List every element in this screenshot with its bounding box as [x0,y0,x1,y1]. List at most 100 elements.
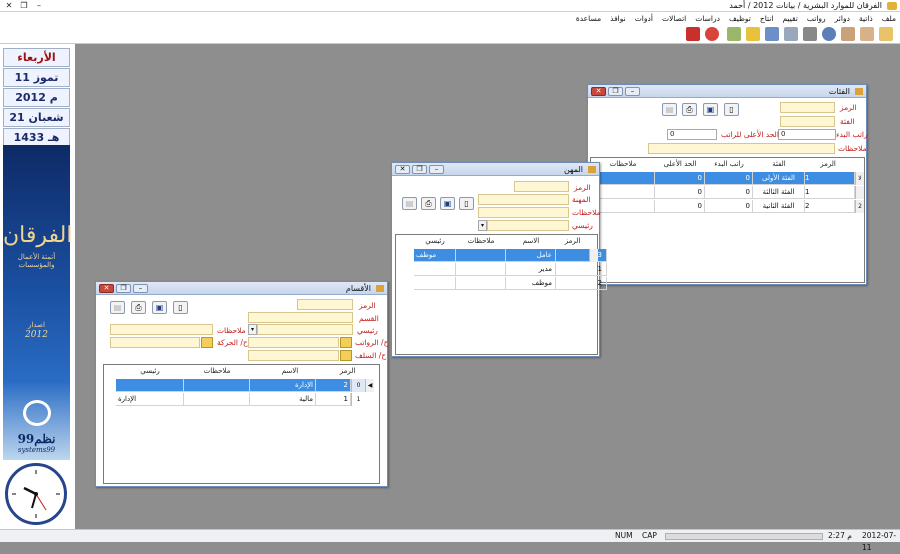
new-button[interactable]: ▯ [724,103,739,116]
main-field[interactable] [257,324,353,335]
salary-account-field[interactable] [248,337,339,348]
cell-max: 0 [655,200,705,213]
notes-field[interactable] [110,324,213,335]
print-button[interactable]: ⎙ [131,301,146,314]
save-button[interactable]: ▣ [440,197,455,210]
main-dropdown[interactable]: ▾ [248,324,257,335]
menu-studies[interactable]: دراسات [695,12,720,25]
minimize-icon[interactable]: – [625,87,640,96]
dept-field[interactable] [248,312,353,323]
close-icon[interactable]: ✕ [99,284,114,293]
table-row[interactable]: 1 مالية الإدارة [116,393,351,406]
window-icon [855,88,863,95]
menu-departments[interactable]: دوائر [835,12,850,25]
table-row[interactable]: 2 الفئة الثانية 0 0 [591,200,855,213]
book-icon[interactable] [784,27,798,41]
restore-icon[interactable]: ❐ [608,87,623,96]
jobs-grid: الرمز الاسم ملاحظات رئيسي 3 عامل موظف 1 … [395,234,607,355]
code-field[interactable] [297,299,353,310]
cell-start: 0 [705,200,753,213]
row-indicator[interactable]: ﻻ [855,172,864,185]
lock-icon[interactable] [746,27,760,41]
delete-button[interactable]: ▤ [402,197,417,210]
restore-icon[interactable]: ❐ [116,284,131,293]
start-salary-label: راتب البدء [836,130,868,139]
new-button[interactable]: ▯ [173,301,188,314]
delete-button[interactable]: ▤ [662,103,677,116]
table-row[interactable]: 1 الفئة الأولى 0 0 [591,172,855,185]
save-button[interactable]: ▣ [703,103,718,116]
cell-main: موظف [414,249,456,262]
job-field[interactable] [478,194,569,205]
table-row[interactable]: 3 عامل موظف [414,249,607,262]
users-icon[interactable] [860,27,874,41]
cell-notes [591,186,655,199]
minimize-icon[interactable]: – [32,1,46,11]
person-icon[interactable] [841,27,855,41]
add-page-icon[interactable] [727,27,741,41]
close-icon[interactable]: ✕ [395,165,410,174]
cell-name: الفئة الثانية [753,200,805,213]
table-row[interactable]: 2 الإدارة [116,379,351,392]
restore-icon[interactable]: ❐ [17,1,31,11]
menu-help[interactable]: مساعدة [576,12,601,25]
close-icon[interactable]: ✕ [2,1,16,11]
power-icon[interactable] [686,27,700,41]
company-name: نظم99 [17,432,56,446]
code-field[interactable] [514,181,569,192]
restore-icon[interactable]: ❐ [412,165,427,174]
print-button[interactable]: ⎙ [421,197,436,210]
menu-communications[interactable]: اتصالات [662,12,686,25]
minimize-icon[interactable]: – [133,284,148,293]
departments-window-title: الأقسام [345,284,371,293]
main-field[interactable] [487,220,569,231]
row-indicator[interactable]: 2 [855,200,864,213]
category-field[interactable] [780,116,835,127]
menu-tools[interactable]: أدوات [635,12,653,25]
row-id[interactable]: 1 [351,393,365,406]
row-indicator[interactable] [589,249,598,262]
folder-icon[interactable] [201,337,213,348]
departments-window: ✕ ❐ – الأقسام ▤ ⎙ ▣ ▯ الرمز القسم ▾ رئيس… [95,281,388,487]
notes-field[interactable] [478,207,569,218]
clock-icon[interactable] [822,27,836,41]
max-salary-field[interactable]: 0 [667,129,717,140]
pen-icon[interactable] [803,27,817,41]
notes-field[interactable] [648,143,835,154]
row-id[interactable]: 0 [351,379,365,392]
table-row[interactable]: 1 مدير [414,263,607,276]
menu-recruitment[interactable]: توظيف [729,12,751,25]
new-button[interactable]: ▯ [459,197,474,210]
menu-bar: ملف ذاتية دوائر رواتب تقييم انتاج توظيف … [0,12,900,25]
table-row[interactable]: 2 موظف [414,277,607,290]
advance-account-field[interactable] [248,350,339,361]
code-field[interactable] [780,102,835,113]
folder-icon[interactable] [340,337,352,348]
folder-icon[interactable] [340,350,352,361]
menu-production[interactable]: انتاج [760,12,774,25]
main-dropdown[interactable]: ▾ [478,220,487,231]
menu-file[interactable]: ملف [882,12,896,25]
delete-button[interactable]: ▤ [110,301,125,314]
save-button[interactable]: ▣ [152,301,167,314]
max-salary-label: الحد الأعلى للراتب [721,130,779,139]
close-icon[interactable]: ✕ [591,87,606,96]
movement-account-field[interactable] [110,337,200,348]
start-salary-field[interactable]: 0 [778,129,836,140]
cell-code: 1 [316,393,351,406]
movement-account-label: ح/ الحركة [217,338,248,347]
menu-evaluation[interactable]: تقييم [782,12,797,25]
minimize-icon[interactable]: – [429,165,444,174]
user-icon[interactable] [879,27,893,41]
menu-windows[interactable]: نوافذ [610,12,626,25]
menu-salaries[interactable]: رواتب [807,12,826,25]
app-icon [887,2,897,10]
notes-label: ملاحظات [572,208,601,217]
menu-personal[interactable]: ذاتية [859,12,873,25]
print-button[interactable]: ⎙ [682,103,697,116]
zoom-icon[interactable] [705,27,719,41]
table-row[interactable]: 1 الفئة الثالثة 0 0 [591,186,855,199]
row-indicator[interactable] [855,186,864,199]
column-header: راتب البدء [714,160,744,168]
calculator-icon[interactable] [765,27,779,41]
